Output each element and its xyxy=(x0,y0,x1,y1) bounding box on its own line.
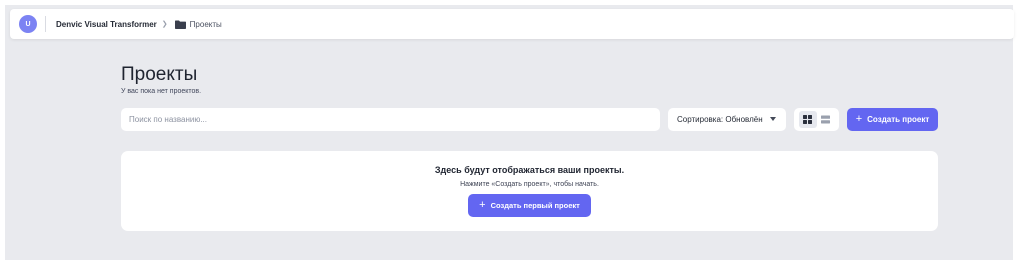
sort-label: Сортировка: Обновлён xyxy=(677,115,763,124)
breadcrumb-current: Проекты xyxy=(189,19,222,29)
page-title: Проекты xyxy=(121,64,198,85)
view-toggle xyxy=(794,108,839,131)
create-first-project-button[interactable]: + Создать первый проект xyxy=(468,194,591,217)
breadcrumb-app-name[interactable]: Denvic Visual Transformer xyxy=(56,20,157,29)
create-first-project-label: Создать первый проект xyxy=(490,201,580,210)
top-bar: U Denvic Visual Transformer ❯ Проекты xyxy=(10,9,1014,39)
empty-state-title: Здесь будут отображаться ваши проекты. xyxy=(434,165,625,175)
create-project-button[interactable]: + Создать проект xyxy=(847,108,938,131)
search-input[interactable] xyxy=(121,108,660,131)
caret-down-icon xyxy=(770,117,776,121)
page-subtitle: У вас пока нет проектов. xyxy=(121,88,202,95)
divider xyxy=(45,16,46,32)
plus-icon: + xyxy=(479,199,486,211)
empty-state-card: Здесь будут отображаться ваши проекты. Н… xyxy=(121,151,938,231)
grid-view-button[interactable] xyxy=(798,111,817,128)
grid-icon xyxy=(803,115,812,124)
list-icon xyxy=(821,115,830,124)
list-view-button[interactable] xyxy=(817,111,835,128)
folder-icon xyxy=(174,19,187,29)
empty-state-hint: Нажмите «Создать проект», чтобы начать. xyxy=(460,181,599,188)
create-project-label: Создать проект xyxy=(867,115,930,124)
avatar[interactable]: U xyxy=(19,15,37,33)
sort-dropdown[interactable]: Сортировка: Обновлён xyxy=(668,108,786,131)
plus-icon: + xyxy=(855,113,863,125)
chevron-right-icon: ❯ xyxy=(161,21,168,28)
